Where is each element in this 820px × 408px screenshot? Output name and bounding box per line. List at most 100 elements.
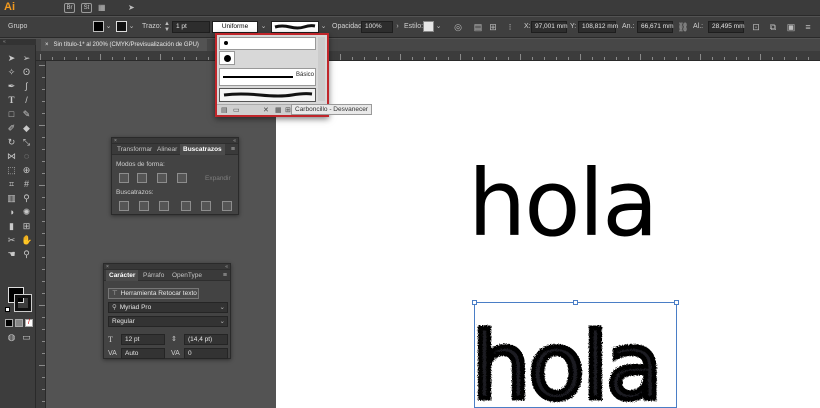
- screen-mode-icon[interactable]: ▭: [21, 332, 32, 343]
- scale-tool-icon[interactable]: ⤡: [21, 137, 32, 148]
- width-field[interactable]: 66,671 mm: [637, 21, 674, 33]
- variable-width-dropdown[interactable]: ⌄: [259, 21, 268, 33]
- handle-top-right[interactable]: [674, 300, 679, 305]
- variable-width-profile[interactable]: Uniforme: [212, 21, 258, 33]
- zoom-tool-icon[interactable]: ⚲: [21, 249, 32, 260]
- round-brush-swatch[interactable]: [219, 51, 235, 65]
- opacity-dropdown[interactable]: ›: [393, 21, 402, 33]
- brush-grid-row[interactable]: [219, 37, 316, 50]
- handle-top-center[interactable]: [573, 300, 578, 305]
- constrain-proportions-icon[interactable]: ⛓: [677, 21, 689, 33]
- type-tool-icon[interactable]: T: [6, 95, 17, 106]
- line-tool-icon[interactable]: /: [21, 95, 32, 106]
- none-mode-icon[interactable]: /: [25, 319, 33, 327]
- y-field[interactable]: 108,812 mm: [578, 21, 618, 33]
- width-tool-icon[interactable]: ⋈: [6, 151, 17, 162]
- hand-tool-icon[interactable]: ✋: [21, 235, 32, 246]
- x-field[interactable]: 97,001 mm: [531, 21, 568, 33]
- minus-back-button[interactable]: [222, 201, 232, 211]
- artboard-text-plain[interactable]: hola: [468, 150, 659, 257]
- flip-icon[interactable]: ⧉: [767, 21, 779, 33]
- graphic-style-dropdown[interactable]: ⌄: [434, 21, 443, 33]
- tab-align[interactable]: Alinear: [154, 144, 180, 155]
- tab-transform[interactable]: Transformar: [114, 144, 155, 155]
- curvature-tool-icon[interactable]: ∫: [21, 81, 32, 92]
- free-transform-tool-icon[interactable]: ⬚: [6, 165, 17, 176]
- trim-button[interactable]: [139, 201, 149, 211]
- selection-tool-icon[interactable]: ➤: [6, 53, 17, 64]
- character-menu-icon[interactable]: ≡: [223, 271, 227, 280]
- close-icon[interactable]: ×: [45, 42, 49, 48]
- minus-front-button[interactable]: [137, 173, 147, 183]
- divide-button[interactable]: [119, 201, 129, 211]
- font-family-select[interactable]: ⚲ Myriad Pro ⌄: [108, 302, 228, 313]
- warp-tool-icon[interactable]: ◌: [21, 151, 32, 162]
- brush-definition-field[interactable]: [271, 21, 319, 33]
- tracking-field[interactable]: 0: [184, 348, 228, 359]
- perspective-grid-tool-icon[interactable]: ⌗: [6, 179, 17, 190]
- exclude-button[interactable]: [177, 173, 187, 183]
- vertical-ruler[interactable]: [36, 61, 46, 408]
- remove-stroke-icon[interactable]: ✕: [263, 106, 269, 114]
- eraser-tool-icon[interactable]: ◆: [21, 123, 32, 134]
- align-options-icon[interactable]: ⊞: [487, 21, 499, 33]
- font-size-field[interactable]: 12 pt: [121, 334, 165, 345]
- gradient-mode-icon[interactable]: [15, 319, 23, 327]
- recolor-artwork-icon[interactable]: ◎: [452, 21, 464, 33]
- eyedropper-tool-icon[interactable]: ⚲: [21, 193, 32, 204]
- brush-dropdown[interactable]: ⌄: [319, 21, 328, 33]
- leading-field[interactable]: (14,4 pt): [184, 334, 228, 345]
- document-tab[interactable]: × Sin título-1* al 200% (CMYK/Previsualiz…: [41, 39, 207, 51]
- gradient-tool-icon[interactable]: ▥: [6, 193, 17, 204]
- magic-wand-tool-icon[interactable]: ✧: [6, 67, 17, 78]
- kerning-field[interactable]: Auto: [121, 348, 165, 359]
- tab-character[interactable]: Carácter: [106, 270, 139, 281]
- charcoal-feather-brush-row[interactable]: [219, 88, 316, 102]
- direct-selection-tool-icon[interactable]: ➢: [21, 53, 32, 64]
- basic-brush-row[interactable]: Básico: [219, 68, 316, 86]
- intersect-button[interactable]: [157, 173, 167, 183]
- hand-tool-alt-icon[interactable]: ☚: [6, 249, 17, 260]
- slice-tool-icon[interactable]: ✂: [6, 235, 17, 246]
- new-brush-icon[interactable]: ⊞: [285, 106, 291, 114]
- artboard-tool-icon[interactable]: ⊞: [21, 221, 32, 232]
- color-mode-icon[interactable]: [5, 319, 13, 327]
- tab-paragraph[interactable]: Párrafo: [140, 270, 167, 281]
- stock-button[interactable]: St: [81, 3, 92, 13]
- reference-point-icon[interactable]: ⁝: [504, 21, 516, 33]
- symbol-sprayer-tool-icon[interactable]: ✺: [21, 207, 32, 218]
- gpu-performance-icon[interactable]: ➤: [128, 3, 140, 13]
- graphic-style-swatch[interactable]: [423, 21, 434, 32]
- isolate-group-icon[interactable]: ▣: [785, 21, 797, 33]
- brush-popup-scrollbar[interactable]: [318, 37, 325, 101]
- lasso-tool-icon[interactable]: ʘ: [21, 67, 32, 78]
- mesh-tool-icon[interactable]: #: [21, 179, 32, 190]
- stroke-color-swatch[interactable]: [14, 294, 32, 312]
- opacity-field[interactable]: 100%: [361, 21, 393, 33]
- outline-button[interactable]: [201, 201, 211, 211]
- fill-dropdown[interactable]: ⌄: [104, 21, 113, 33]
- shape-builder-tool-icon[interactable]: ⊕: [21, 165, 32, 176]
- column-graph-tool-icon[interactable]: ▮: [6, 221, 17, 232]
- selection-bounding-box[interactable]: [474, 302, 677, 408]
- handle-top-left[interactable]: [472, 300, 477, 305]
- bridge-button[interactable]: Br: [64, 3, 75, 13]
- paintbrush-tool-icon[interactable]: ✎: [21, 109, 32, 120]
- font-style-select[interactable]: Regular ⌄: [108, 316, 228, 327]
- calligraphic-brush-swatch[interactable]: [224, 41, 228, 45]
- draw-mode-icon[interactable]: ◍: [6, 332, 17, 343]
- brush-options-icon[interactable]: ▦: [275, 106, 282, 114]
- crop-button[interactable]: [181, 201, 191, 211]
- expand-button[interactable]: Expandir: [205, 175, 231, 182]
- rotate-tool-icon[interactable]: ↻: [6, 137, 17, 148]
- tab-opentype[interactable]: OpenType: [169, 270, 205, 281]
- unite-button[interactable]: [119, 173, 129, 183]
- pathfinder-menu-icon[interactable]: ≡: [231, 145, 235, 154]
- panel-menu-icon[interactable]: ≡: [802, 21, 814, 33]
- rectangle-tool-icon[interactable]: □: [6, 109, 17, 120]
- workspace-icon[interactable]: ▦: [98, 3, 110, 13]
- merge-button[interactable]: [159, 201, 169, 211]
- default-colors-icon[interactable]: [5, 307, 10, 312]
- blend-tool-icon[interactable]: ◑: [6, 207, 17, 218]
- height-field[interactable]: 28,495 mm: [708, 21, 745, 33]
